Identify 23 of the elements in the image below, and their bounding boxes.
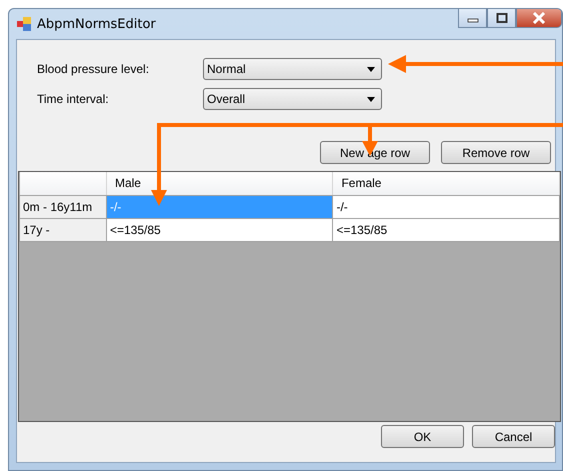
dropdown[interactable]: Overall: [203, 88, 382, 110]
field-label: Blood pressure level:: [37, 62, 150, 76]
field-label: Time interval:: [37, 92, 110, 106]
window-title: AbpmNormsEditor: [37, 16, 156, 32]
dialog-button[interactable]: Cancel: [472, 425, 555, 448]
close-button[interactable]: [516, 9, 562, 28]
minimize-button[interactable]: [458, 9, 487, 28]
caret-icon: [367, 66, 375, 72]
row-header: 0m - 16y11m: [20, 195, 106, 218]
table-cell[interactable]: -/-: [332, 195, 560, 218]
dialog-button[interactable]: OK: [381, 425, 464, 448]
close-icon: [532, 12, 546, 24]
dropdown[interactable]: Normal: [203, 58, 382, 80]
column-header: Female: [332, 172, 560, 195]
caret-icon: [367, 96, 375, 102]
column-header: Male: [106, 172, 333, 195]
maximize-icon: [496, 12, 508, 22]
table-cell[interactable]: <=135/85: [106, 218, 333, 241]
row-header: 17y -: [20, 218, 106, 241]
app-icon: [17, 17, 31, 31]
table-cell[interactable]: <=135/85: [332, 218, 560, 241]
grid-button[interactable]: Remove row: [441, 141, 551, 164]
maximize-button[interactable]: [487, 9, 516, 28]
